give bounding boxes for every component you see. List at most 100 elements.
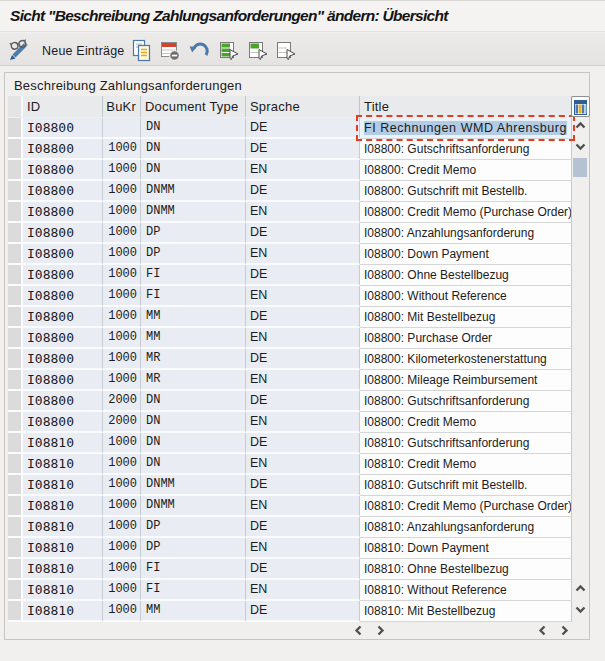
- cell-title[interactable]: I08800: Mit Bestellbezug: [360, 307, 572, 328]
- cell-document-type[interactable]: MM: [141, 328, 246, 349]
- cell-title[interactable]: I08800: Purchase Order: [360, 328, 572, 349]
- cell-id[interactable]: I08800: [23, 244, 103, 265]
- cell-title[interactable]: I08810: Ohne Bestellbezug: [360, 559, 572, 580]
- column-header-id[interactable]: ID: [23, 96, 103, 117]
- cell-bukr[interactable]: 1000: [103, 139, 141, 160]
- cell-bukr[interactable]: 1000: [103, 349, 141, 370]
- cell-document-type[interactable]: DN: [141, 118, 246, 139]
- select-all-icon[interactable]: [217, 39, 241, 63]
- select-all-rows-header[interactable]: [8, 96, 23, 117]
- cell-bukr[interactable]: 1000: [103, 307, 141, 328]
- scroll-left-icon[interactable]: [353, 624, 364, 637]
- cell-sprache[interactable]: DE: [246, 265, 360, 286]
- row-selector[interactable]: [8, 265, 23, 286]
- cell-title[interactable]: I08800: Gutschriftsanforderung: [360, 139, 572, 160]
- cell-title[interactable]: I08810: Mit Bestellbezug: [360, 601, 572, 622]
- cell-sprache[interactable]: EN: [246, 328, 360, 349]
- cell-sprache[interactable]: EN: [246, 370, 360, 391]
- cell-id[interactable]: I08800: [23, 349, 103, 370]
- cell-id[interactable]: I08800: [23, 181, 103, 202]
- cell-title[interactable]: I08800: Credit Memo (Purchase Order): [360, 202, 572, 223]
- cell-bukr[interactable]: 1000: [103, 181, 141, 202]
- cell-title[interactable]: I08800: Credit Memo: [360, 412, 572, 433]
- cell-id[interactable]: I08800: [23, 139, 103, 160]
- cell-title[interactable]: I08800: Kilometerkostenerstattung: [360, 349, 572, 370]
- row-selector[interactable]: [8, 349, 23, 370]
- row-selector[interactable]: [8, 517, 23, 538]
- row-selector[interactable]: [8, 559, 23, 580]
- cell-sprache[interactable]: EN: [246, 286, 360, 307]
- cell-id[interactable]: I08810: [23, 433, 103, 454]
- cell-id[interactable]: I08810: [23, 601, 103, 622]
- cell-title[interactable]: I08800: Mileage Reimbursement: [360, 370, 572, 391]
- select-block-icon[interactable]: [246, 39, 270, 63]
- cell-id[interactable]: I08800: [23, 370, 103, 391]
- cell-sprache[interactable]: EN: [246, 496, 360, 517]
- scroll-right-icon[interactable]: [375, 624, 386, 637]
- cell-bukr[interactable]: 2000: [103, 412, 141, 433]
- cell-title[interactable]: I08800: Ohne Bestellbezug: [360, 265, 572, 286]
- cell-id[interactable]: I08800: [23, 223, 103, 244]
- cell-sprache[interactable]: EN: [246, 244, 360, 265]
- cell-document-type[interactable]: FI: [141, 265, 246, 286]
- cell-sprache[interactable]: DE: [246, 118, 360, 139]
- row-selector[interactable]: [8, 202, 23, 223]
- cell-id[interactable]: I08810: [23, 538, 103, 559]
- cell-bukr[interactable]: 1000: [103, 328, 141, 349]
- deselect-all-icon[interactable]: [274, 39, 298, 63]
- cell-document-type[interactable]: DN: [141, 454, 246, 475]
- cell-document-type[interactable]: DN: [141, 160, 246, 181]
- cell-document-type[interactable]: DP: [141, 223, 246, 244]
- scroll-down-icon[interactable]: [574, 141, 587, 152]
- cell-id[interactable]: I08810: [23, 475, 103, 496]
- cell-bukr[interactable]: 1000: [103, 202, 141, 223]
- row-selector[interactable]: [8, 244, 23, 265]
- cell-id[interactable]: I08800: [23, 328, 103, 349]
- undo-icon[interactable]: [187, 39, 211, 63]
- scroll-left-right-icon[interactable]: [537, 624, 548, 637]
- row-selector[interactable]: [8, 370, 23, 391]
- cell-document-type[interactable]: DP: [141, 538, 246, 559]
- cell-sprache[interactable]: DE: [246, 433, 360, 454]
- cell-sprache[interactable]: DE: [246, 181, 360, 202]
- cell-bukr[interactable]: 1000: [103, 454, 141, 475]
- cell-title[interactable]: I08810: Anzahlungsanforderung: [360, 517, 572, 538]
- cell-title[interactable]: I08800: Without Reference: [360, 286, 572, 307]
- cell-document-type[interactable]: DN: [141, 412, 246, 433]
- cell-title[interactable]: I08810: Credit Memo: [360, 454, 572, 475]
- cell-title[interactable]: I08810: Gutschrift mit Bestellb.: [360, 475, 572, 496]
- cell-id[interactable]: I08800: [23, 160, 103, 181]
- row-selector[interactable]: [8, 412, 23, 433]
- column-header-bukr[interactable]: BuKr: [103, 96, 141, 117]
- vertical-scrollbar-thumb[interactable]: [573, 158, 587, 177]
- cell-id[interactable]: I08800: [23, 202, 103, 223]
- row-selector[interactable]: [8, 160, 23, 181]
- cell-document-type[interactable]: MR: [141, 349, 246, 370]
- cell-bukr[interactable]: 1000: [103, 559, 141, 580]
- row-selector[interactable]: [8, 328, 23, 349]
- cell-bukr[interactable]: 1000: [103, 286, 141, 307]
- cell-id[interactable]: I08800: [23, 391, 103, 412]
- scroll-up-icon[interactable]: [574, 120, 587, 131]
- cell-bukr[interactable]: 1000: [103, 496, 141, 517]
- cell-document-type[interactable]: DN: [141, 391, 246, 412]
- cell-title[interactable]: FI Rechnungen WMD Ahrensburg: [360, 118, 572, 139]
- cell-title[interactable]: I08800: Credit Memo: [360, 160, 572, 181]
- cell-bukr[interactable]: [103, 118, 141, 139]
- cell-id[interactable]: I08810: [23, 454, 103, 475]
- cell-id[interactable]: I08810: [23, 496, 103, 517]
- cell-document-type[interactable]: DNMM: [141, 475, 246, 496]
- cell-sprache[interactable]: EN: [246, 454, 360, 475]
- cell-sprache[interactable]: EN: [246, 538, 360, 559]
- cell-document-type[interactable]: MR: [141, 370, 246, 391]
- column-header-sprache[interactable]: Sprache: [246, 96, 360, 117]
- scroll-right-right-icon[interactable]: [559, 624, 570, 637]
- cell-document-type[interactable]: DNMM: [141, 496, 246, 517]
- cell-sprache[interactable]: EN: [246, 160, 360, 181]
- column-header-document-type[interactable]: Document Type: [141, 96, 246, 117]
- cell-bukr[interactable]: 1000: [103, 517, 141, 538]
- scroll-down-bottom-icon[interactable]: [574, 604, 587, 615]
- new-entries-button[interactable]: Neue Einträge: [42, 41, 125, 61]
- cell-document-type[interactable]: FI: [141, 286, 246, 307]
- cell-id[interactable]: I08800: [23, 118, 103, 139]
